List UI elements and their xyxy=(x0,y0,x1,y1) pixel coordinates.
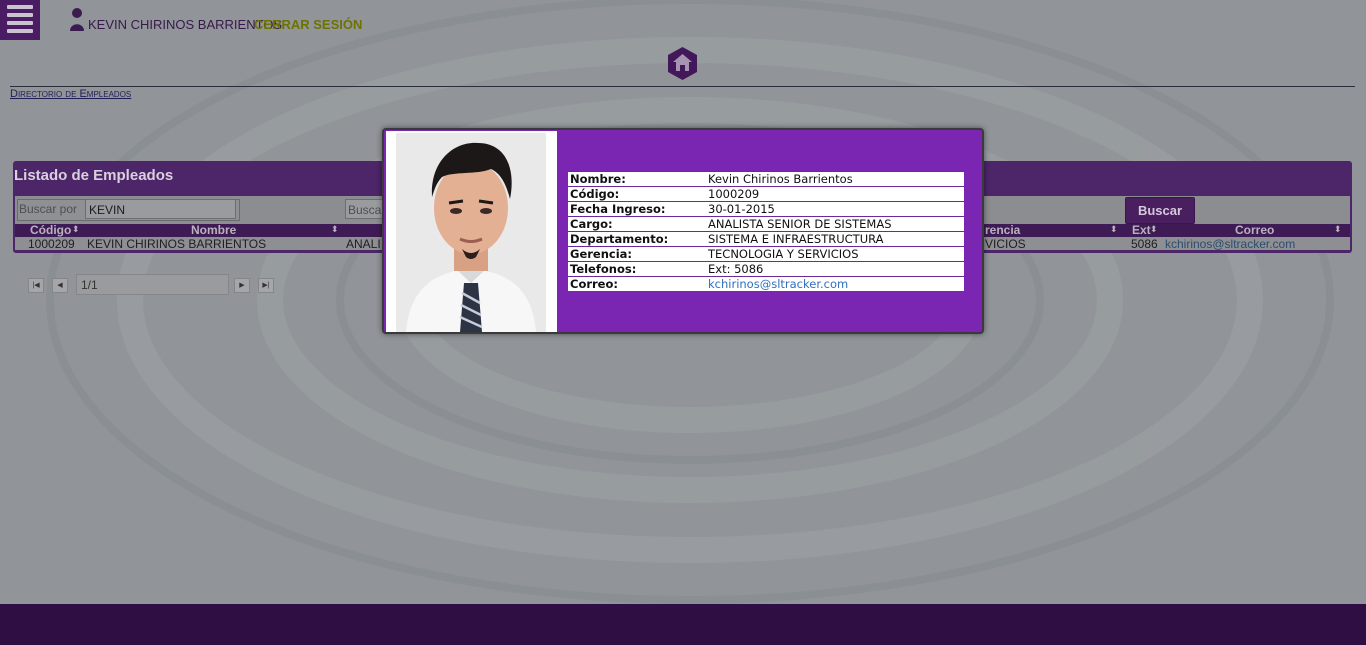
value-gerencia: TECNOLOGIA Y SERVICIOS xyxy=(706,246,964,262)
value-departamento: SISTEMA E INFRAESTRUCTURA xyxy=(706,231,964,247)
logout-link[interactable]: CERRAR SESIÓN xyxy=(254,17,362,32)
value-nombre: Kevin Chirinos Barrientos xyxy=(706,171,964,187)
value-telefonos: Ext: 5086 xyxy=(706,261,964,277)
menu-icon[interactable] xyxy=(0,0,40,40)
label-telefonos: Telefonos: xyxy=(568,261,706,277)
pager-next-icon[interactable]: ▶ xyxy=(234,278,250,293)
user-icon xyxy=(70,8,84,31)
search-input[interactable]: KEVIN xyxy=(85,199,236,219)
pager-last-icon[interactable]: ▶| xyxy=(258,278,274,293)
label-nombre: Nombre: xyxy=(568,171,706,187)
sort-icon[interactable]: ⬍ xyxy=(72,224,80,235)
label-departamento: Departamento: xyxy=(568,231,706,247)
sort-icon[interactable]: ⬍ xyxy=(331,224,339,235)
panel-title: Listado de Empleados xyxy=(14,167,174,184)
value-cargo: ANALISTA SENIOR DE SISTEMAS xyxy=(706,216,964,232)
sort-icon[interactable]: ⬍ xyxy=(1334,224,1342,235)
label-cargo: Cargo: xyxy=(568,216,706,232)
label-gerencia: Gerencia: xyxy=(568,246,706,262)
cell-ext: 5086 xyxy=(1131,237,1158,251)
value-correo-link[interactable]: kchirinos@sltracker.com xyxy=(708,277,848,291)
employee-info-table: Nombre: Kevin Chirinos Barrientos Código:… xyxy=(568,171,964,291)
sort-icon[interactable]: ⬍ xyxy=(1110,224,1118,235)
search-input-2[interactable]: Busca xyxy=(345,199,385,219)
col-codigo[interactable]: Código xyxy=(30,223,71,237)
col-ext[interactable]: Ext xyxy=(1132,223,1151,237)
home-icon[interactable] xyxy=(666,46,699,81)
cell-gerencia: VICIOS xyxy=(985,237,1026,251)
col-gerencia[interactable]: rencia xyxy=(985,223,1020,237)
value-codigo: 1000209 xyxy=(706,186,964,202)
value-fecha-ingreso: 30-01-2015 xyxy=(706,201,964,217)
employee-detail-modal: Nombre: Kevin Chirinos Barrientos Código:… xyxy=(382,128,984,334)
search-button[interactable]: Buscar xyxy=(1125,197,1195,224)
pager-first-icon[interactable]: |◀ xyxy=(28,278,44,293)
photo-frame xyxy=(386,131,557,332)
user-name: KEVIN CHIRINOS BARRIENTOS xyxy=(88,17,283,32)
breadcrumb[interactable]: Directorio de Empleados xyxy=(10,88,131,100)
header-divider xyxy=(10,86,1355,87)
cell-nombre: KEVIN CHIRINOS BARRIENTOS xyxy=(87,237,267,251)
label-fecha-ingreso: Fecha Ingreso: xyxy=(568,201,706,217)
label-correo: Correo: xyxy=(568,276,706,291)
col-correo[interactable]: Correo xyxy=(1235,223,1274,237)
sort-icon[interactable]: ⬍ xyxy=(1150,224,1158,235)
pager-prev-icon[interactable]: ◀ xyxy=(52,278,68,293)
label-codigo: Código: xyxy=(568,186,706,202)
search-by-label: Buscar por xyxy=(19,202,78,216)
pager-input[interactable]: 1/1 xyxy=(76,274,229,295)
cell-codigo: 1000209 xyxy=(28,237,75,251)
employee-photo xyxy=(396,133,546,332)
cell-cargo: ANALI xyxy=(346,237,381,251)
footer xyxy=(0,604,1366,645)
cell-correo[interactable]: kchirinos@sltracker.com xyxy=(1165,237,1295,251)
col-nombre[interactable]: Nombre xyxy=(191,223,236,237)
